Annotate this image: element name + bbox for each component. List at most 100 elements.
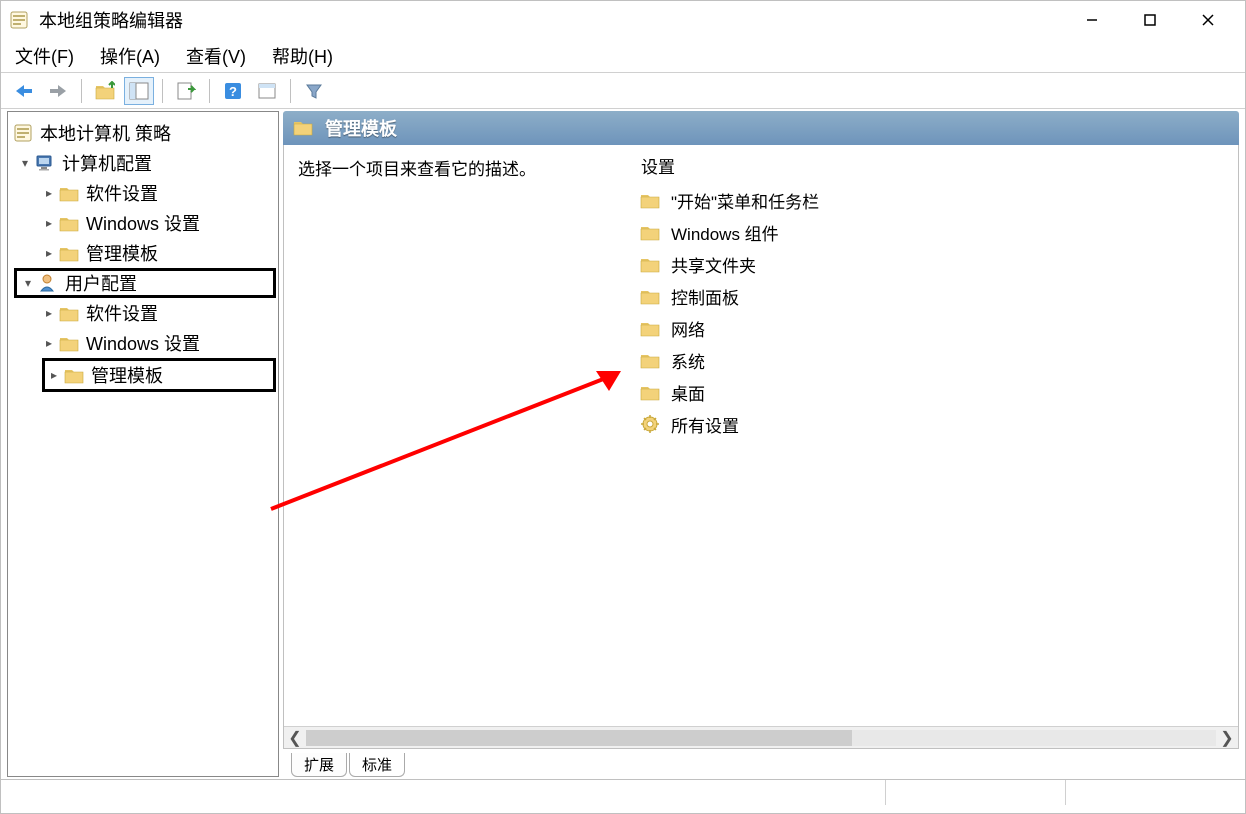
list-item-label: 共享文件夹 — [671, 252, 756, 277]
details-panel: 管理模板 选择一个项目来查看它的描述。 设置 "开始"菜单和任务栏 Window… — [283, 111, 1239, 777]
horizontal-scrollbar[interactable]: ❮ ❯ — [284, 726, 1238, 748]
folder-icon — [639, 349, 661, 371]
export-list-button[interactable] — [171, 77, 201, 105]
tree-root[interactable]: 本地计算机 策略 — [10, 118, 276, 148]
tree-label: 软件设置 — [86, 180, 158, 206]
folder-icon — [58, 332, 80, 354]
folder-icon — [639, 317, 661, 339]
toolbar-separator — [162, 79, 163, 103]
tab-standard[interactable]: 标准 — [349, 753, 405, 777]
user-icon — [37, 272, 59, 294]
back-button[interactable] — [9, 77, 39, 105]
tree-label: Windows 设置 — [86, 330, 200, 356]
toolbar-separator — [209, 79, 210, 103]
minimize-button[interactable] — [1063, 4, 1121, 36]
menu-view[interactable]: 查看(V) — [180, 41, 252, 71]
description-text: 选择一个项目来查看它的描述。 — [298, 160, 536, 179]
settings-icon — [639, 413, 661, 435]
show-hide-tree-button[interactable] — [124, 77, 154, 105]
toolbar-separator — [290, 79, 291, 103]
menu-action[interactable]: 操作(A) — [94, 41, 166, 71]
list-item-windows-components[interactable]: Windows 组件 — [631, 216, 1236, 248]
settings-header: 设置 — [631, 151, 1236, 180]
tree-computer-config[interactable]: ▾ 计算机配置 — [10, 148, 276, 178]
help-button[interactable]: ? — [218, 77, 248, 105]
tabs-row: 扩展 标准 — [283, 749, 1239, 777]
scroll-thumb[interactable] — [306, 730, 852, 746]
caret-right-icon[interactable]: ▸ — [45, 366, 63, 384]
tab-extended[interactable]: 扩展 — [291, 753, 347, 777]
list-item-control-panel[interactable]: 控制面板 — [631, 280, 1236, 312]
tree-admin-templates[interactable]: ▸ 管理模板 — [10, 238, 276, 268]
scroll-right-button[interactable]: ❯ — [1216, 727, 1238, 749]
list-item-label: 控制面板 — [671, 284, 739, 309]
tree-panel[interactable]: 本地计算机 策略 ▾ 计算机配置 ▸ 软件设置 ▸ Windows 设置 ▸ 管… — [7, 111, 279, 777]
maximize-button[interactable] — [1121, 4, 1179, 36]
app-icon — [9, 10, 29, 30]
list-item-network[interactable]: 网络 — [631, 312, 1236, 344]
folder-icon — [639, 381, 661, 403]
close-button[interactable] — [1179, 4, 1237, 36]
toolbar: ? — [1, 73, 1245, 109]
caret-down-icon[interactable]: ▾ — [16, 154, 34, 172]
scroll-track[interactable] — [306, 730, 1216, 746]
settings-column: 设置 "开始"菜单和任务栏 Windows 组件 共享文件夹 控制面板 — [629, 145, 1238, 748]
details-title: 管理模板 — [325, 115, 397, 141]
folder-icon — [63, 364, 85, 386]
folder-icon — [639, 253, 661, 275]
tree-label: 计算机配置 — [62, 150, 152, 176]
list-item-desktop[interactable]: 桌面 — [631, 376, 1236, 408]
toolbar-separator — [81, 79, 82, 103]
folder-icon — [58, 242, 80, 264]
menu-help[interactable]: 帮助(H) — [266, 41, 339, 71]
up-button[interactable] — [90, 77, 120, 105]
folder-icon — [58, 212, 80, 234]
list-item-label: "开始"菜单和任务栏 — [671, 188, 819, 213]
forward-button[interactable] — [43, 77, 73, 105]
tree-admin-templates-selected[interactable]: ▸ 管理模板 — [42, 358, 276, 392]
list-item-start-menu[interactable]: "开始"菜单和任务栏 — [631, 184, 1236, 216]
folder-icon — [58, 182, 80, 204]
list-item-label: Windows 组件 — [671, 220, 779, 245]
folder-icon — [639, 189, 661, 211]
menu-file[interactable]: 文件(F) — [9, 41, 80, 71]
filter-button[interactable] — [299, 77, 329, 105]
folder-icon — [639, 285, 661, 307]
scroll-left-button[interactable]: ❮ — [284, 727, 306, 749]
list-item-all-settings[interactable]: 所有设置 — [631, 408, 1236, 440]
list-item-label: 桌面 — [671, 380, 705, 405]
caret-down-icon[interactable]: ▾ — [19, 274, 37, 292]
caret-right-icon[interactable]: ▸ — [40, 214, 58, 232]
tree-label: Windows 设置 — [86, 210, 200, 236]
folder-icon — [293, 117, 315, 139]
details-header: 管理模板 — [283, 111, 1239, 145]
tree-software-settings[interactable]: ▸ 软件设置 — [10, 298, 276, 328]
folder-icon — [58, 302, 80, 324]
tree-label: 管理模板 — [91, 362, 163, 388]
tree-label: 软件设置 — [86, 300, 158, 326]
properties-button[interactable] — [252, 77, 282, 105]
description-column: 选择一个项目来查看它的描述。 — [284, 145, 629, 748]
tree-windows-settings[interactable]: ▸ Windows 设置 — [10, 328, 276, 358]
titlebar: 本地组策略编辑器 — [1, 1, 1245, 39]
caret-right-icon[interactable]: ▸ — [40, 334, 58, 352]
caret-right-icon[interactable]: ▸ — [40, 304, 58, 322]
caret-right-icon[interactable]: ▸ — [40, 244, 58, 262]
tree-windows-settings[interactable]: ▸ Windows 设置 — [10, 208, 276, 238]
tree-user-config[interactable]: ▾ 用户配置 — [14, 268, 276, 298]
list-item-label: 系统 — [671, 348, 705, 373]
statusbar — [1, 779, 1245, 805]
tree-software-settings[interactable]: ▸ 软件设置 — [10, 178, 276, 208]
tree-label: 管理模板 — [86, 240, 158, 266]
window-title: 本地组策略编辑器 — [39, 7, 1063, 33]
tree-label: 用户配置 — [65, 270, 137, 296]
list-item-label: 所有设置 — [671, 412, 739, 437]
svg-text:?: ? — [229, 84, 237, 99]
gpedit-icon — [12, 122, 34, 144]
list-item-system[interactable]: 系统 — [631, 344, 1236, 376]
list-item-shared-folders[interactable]: 共享文件夹 — [631, 248, 1236, 280]
caret-right-icon[interactable]: ▸ — [40, 184, 58, 202]
tree-label: 本地计算机 策略 — [40, 120, 171, 146]
folder-icon — [639, 221, 661, 243]
menubar: 文件(F) 操作(A) 查看(V) 帮助(H) — [1, 39, 1245, 73]
